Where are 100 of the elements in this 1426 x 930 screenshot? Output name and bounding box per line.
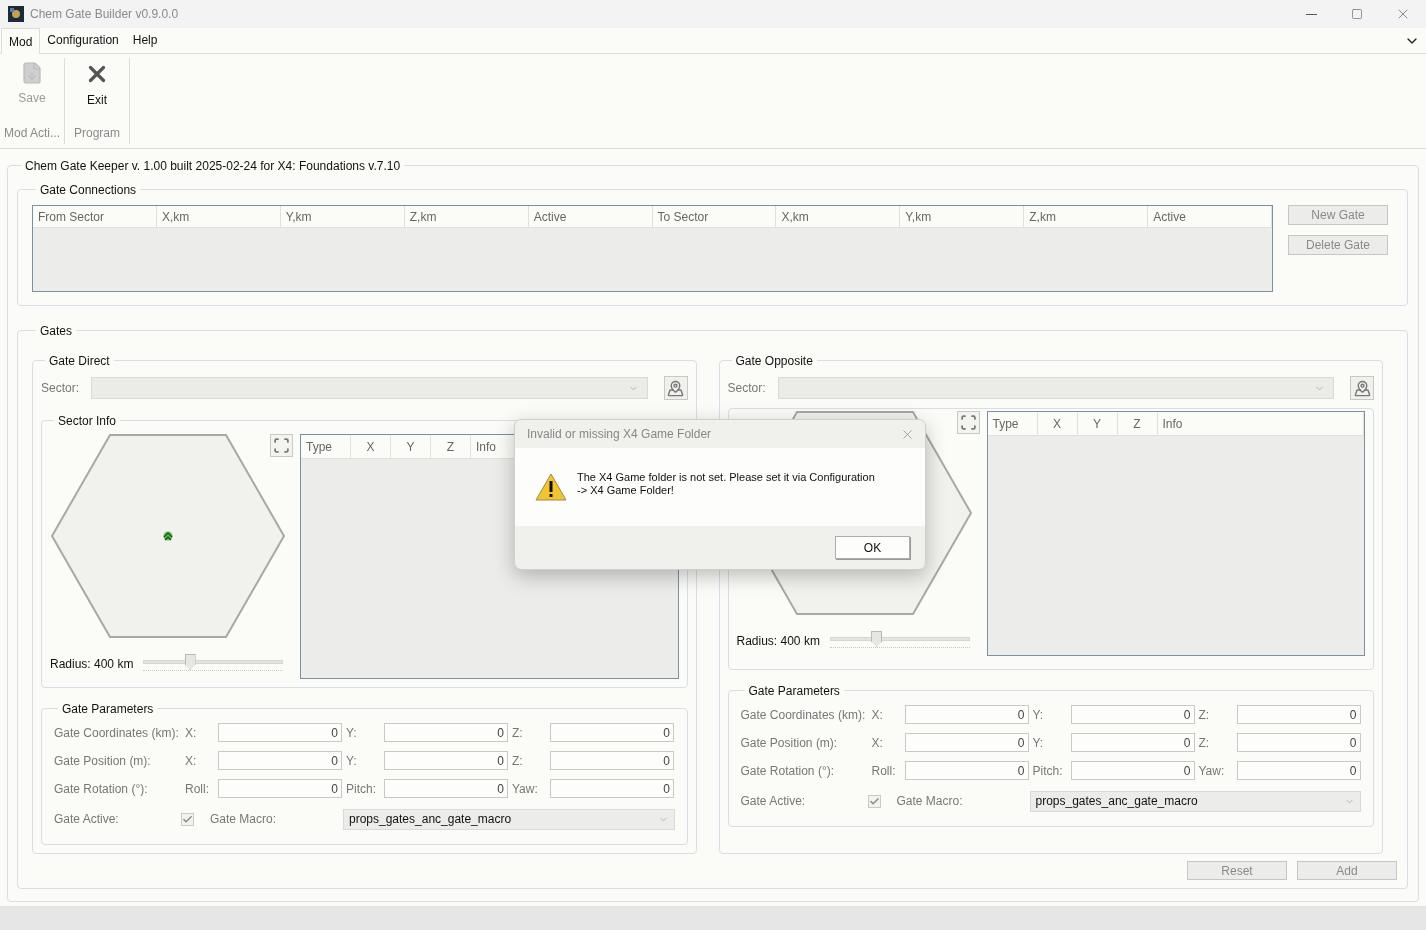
ribbon-tab[interactable]: Mod xyxy=(1,28,41,54)
number-field[interactable]: 0 xyxy=(550,751,674,770)
ribbon-tab[interactable]: Help xyxy=(125,27,165,53)
axis-label: Z: xyxy=(512,752,524,770)
axis-label: X: xyxy=(871,706,884,724)
parameter-label: Gate Position (m): xyxy=(54,752,152,770)
active-checkbox[interactable] xyxy=(867,794,881,808)
fullscreen-button[interactable] xyxy=(270,434,293,457)
group-title: Gate Opposite xyxy=(735,354,813,368)
number-field[interactable]: 0 xyxy=(1070,761,1195,780)
number-field[interactable]: 0 xyxy=(904,761,1029,780)
dialog-title: Invalid or missing X4 Game Folder xyxy=(527,426,713,443)
axis-label: Pitch: xyxy=(346,780,377,798)
group-title: Gate Connections xyxy=(40,183,137,197)
column-header[interactable]: Active xyxy=(1148,206,1273,227)
group-title: Gate Parameters xyxy=(62,702,154,716)
field-label: Sector: xyxy=(41,380,80,397)
axis-label: Y: xyxy=(1032,706,1045,724)
radius-slider[interactable] xyxy=(143,654,284,674)
column-header[interactable]: Z xyxy=(431,435,471,458)
column-header[interactable]: From Sector xyxy=(33,206,157,227)
number-field[interactable]: 0 xyxy=(384,779,508,798)
number-field[interactable]: 0 xyxy=(1070,733,1195,752)
column-header[interactable]: Type xyxy=(301,435,351,458)
axis-label: Y: xyxy=(346,724,358,742)
check-icon xyxy=(182,813,193,825)
group-title: Chem Gate Keeper v. 1.00 built 2025-02-24 for X4: Foundations v.7.10 xyxy=(25,159,401,173)
file-download-icon xyxy=(20,61,44,85)
group-title: Gate Direct xyxy=(49,354,110,368)
fullscreen-button[interactable] xyxy=(956,411,980,434)
number-field[interactable]: 0 xyxy=(218,751,342,770)
warning-icon xyxy=(535,473,567,501)
map-icon xyxy=(1353,379,1371,397)
column-header[interactable]: X,km xyxy=(776,206,901,227)
parameter-label: Gate Coordinates (km): xyxy=(740,706,867,724)
axis-label: Y: xyxy=(1032,734,1045,752)
macro-dropdown[interactable]: props_gates_anc_gate_macro xyxy=(343,808,675,830)
dialog-message: -> X4 Game Folder! xyxy=(577,484,675,497)
minimize-icon xyxy=(1305,13,1317,15)
group-label: Program xyxy=(74,125,121,142)
number-field[interactable]: 0 xyxy=(384,723,508,742)
radius-slider[interactable] xyxy=(829,631,970,651)
radius-label: Radius: 400 km xyxy=(50,656,134,673)
number-field[interactable]: 0 xyxy=(1236,733,1361,752)
number-field[interactable]: 0 xyxy=(218,723,342,742)
column-header[interactable]: Y xyxy=(391,435,431,458)
number-field[interactable]: 0 xyxy=(1070,705,1195,724)
parameter-label: Gate Rotation (°): xyxy=(740,762,835,780)
parameter-label: Gate Rotation (°): xyxy=(54,780,149,798)
field-label: Sector: xyxy=(727,380,767,397)
map-icon xyxy=(667,379,684,397)
column-header[interactable]: X,km xyxy=(156,206,281,227)
app-icon xyxy=(8,6,24,22)
macro-dropdown[interactable]: props_gates_anc_gate_macro xyxy=(1029,790,1361,812)
parameter-label: Gate Active: xyxy=(54,811,120,828)
number-field[interactable]: 0 xyxy=(550,723,674,742)
group-title: Gates xyxy=(40,324,72,338)
column-header[interactable]: Active xyxy=(528,206,653,227)
active-checkbox[interactable] xyxy=(181,812,194,826)
number-field[interactable]: 0 xyxy=(384,751,508,770)
axis-label: Roll: xyxy=(185,780,210,798)
ok-button[interactable]: OK xyxy=(835,536,910,559)
column-header[interactable]: Z,km xyxy=(404,206,529,227)
column-header[interactable]: Info xyxy=(1157,412,1364,435)
number-field[interactable]: 0 xyxy=(1236,705,1361,724)
ribbon-tab[interactable]: Configuration xyxy=(40,27,126,53)
column-header[interactable]: Z xyxy=(1117,412,1158,435)
number-field[interactable]: 0 xyxy=(1236,761,1361,780)
exit-button[interactable]: Exit xyxy=(69,58,126,124)
column-header[interactable]: Y xyxy=(1077,412,1118,435)
map-button[interactable] xyxy=(663,376,688,400)
axis-label: X: xyxy=(185,752,198,770)
axis-label: Z: xyxy=(512,724,524,742)
group-title: Sector Info xyxy=(58,414,117,428)
axis-label: Z: xyxy=(1198,706,1211,724)
axis-label: Pitch: xyxy=(1032,762,1064,780)
column-header[interactable]: Y,km xyxy=(280,206,405,227)
map-button[interactable] xyxy=(1350,376,1374,400)
window-title: Chem Gate Builder v0.9.0.0 xyxy=(30,6,179,23)
axis-label: X: xyxy=(185,724,198,742)
column-header[interactable]: X xyxy=(351,435,391,458)
radius-label: Radius: 400 km xyxy=(736,633,820,650)
column-header[interactable]: Z,km xyxy=(1024,206,1149,227)
column-header[interactable]: Type xyxy=(987,412,1038,435)
axis-label: Y: xyxy=(346,752,358,770)
dialog-message: The X4 Game folder is not set. Please set it via Configuration xyxy=(577,471,875,484)
number-field[interactable]: 0 xyxy=(904,733,1029,752)
axis-label: X: xyxy=(871,734,884,752)
number-field[interactable]: 0 xyxy=(904,705,1029,724)
column-header[interactable]: To Sector xyxy=(652,206,777,227)
maximize-icon xyxy=(1351,8,1363,20)
column-header[interactable]: Y,km xyxy=(900,206,1025,227)
number-field[interactable]: 0 xyxy=(218,779,342,798)
parameter-label: Gate Coordinates (km): xyxy=(54,724,180,742)
group-title: Gate Parameters xyxy=(748,684,840,698)
number-field[interactable]: 0 xyxy=(550,779,674,798)
parameter-label: Gate Active: xyxy=(740,793,807,810)
column-header[interactable]: X xyxy=(1037,412,1078,435)
field-label: Gate Macro: xyxy=(210,811,278,828)
field-label: Gate Macro: xyxy=(896,793,964,810)
